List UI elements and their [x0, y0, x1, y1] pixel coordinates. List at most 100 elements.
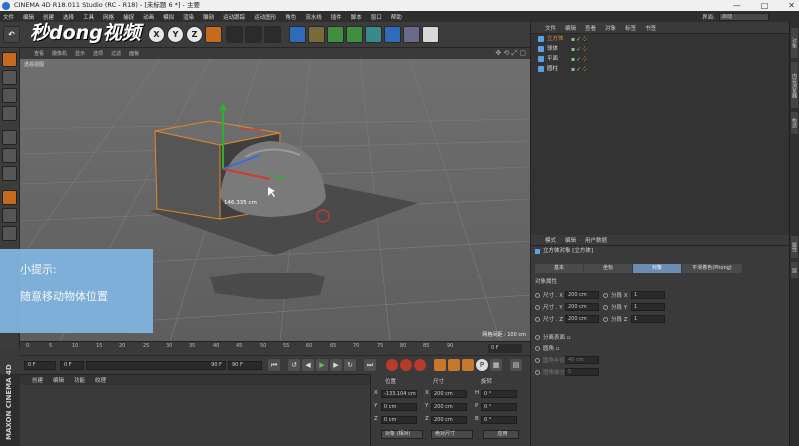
- separate-surfaces-option[interactable]: 分离表面 ▫: [535, 333, 571, 341]
- rot-p-field[interactable]: 0 °: [481, 403, 517, 411]
- render-picture-viewer-icon[interactable]: [245, 26, 262, 43]
- parameter-key-icon[interactable]: P: [476, 359, 488, 371]
- model-mode-icon[interactable]: [2, 70, 17, 85]
- texture-mode-icon[interactable]: [2, 88, 17, 103]
- menu-select[interactable]: 选择: [63, 13, 74, 21]
- fillet-radius-field[interactable]: 40 cm: [565, 356, 599, 364]
- fillet-option[interactable]: 圆角 ▫: [535, 344, 560, 352]
- menu-simulate[interactable]: 模拟: [163, 13, 174, 21]
- close-button[interactable]: ✕: [788, 0, 795, 11]
- pos-z-field[interactable]: 0 cm: [381, 416, 417, 424]
- viewport-nav-icons[interactable]: ✥ ⟲ ⤢ ▢: [495, 49, 526, 58]
- y-axis-lock-button[interactable]: Y: [167, 26, 184, 43]
- tab-phong[interactable]: 平滑着色(Phong): [682, 264, 742, 273]
- z-axis-lock-button[interactable]: Z: [186, 26, 203, 43]
- workplane-mode-icon[interactable]: [2, 106, 17, 121]
- viewport-menu-options[interactable]: 选项: [93, 50, 103, 57]
- menu-file[interactable]: 文件: [3, 13, 14, 21]
- previous-key-icon[interactable]: ↺: [288, 359, 300, 371]
- menu-edit[interactable]: 编辑: [23, 13, 34, 21]
- right-tab-structure[interactable]: 构造: [791, 112, 798, 134]
- menu-script[interactable]: 脚本: [351, 13, 362, 21]
- fillet-subdivision-field[interactable]: 5: [565, 368, 599, 376]
- am-menu-mode[interactable]: 模式: [545, 236, 556, 244]
- seg-x-field[interactable]: 1: [631, 291, 665, 299]
- points-mode-icon[interactable]: [2, 130, 17, 145]
- om-menu-bookmarks[interactable]: 书签: [645, 24, 656, 32]
- rot-h-field[interactable]: 0 °: [481, 390, 517, 398]
- go-to-start-icon[interactable]: ⏮: [268, 359, 280, 371]
- render-view-icon[interactable]: [226, 26, 243, 43]
- menu-create[interactable]: 创建: [43, 13, 54, 21]
- point-level-icon[interactable]: ▦: [490, 359, 502, 371]
- menu-pipeline[interactable]: 流水线: [305, 13, 322, 21]
- material-menu-function[interactable]: 功能: [74, 376, 85, 384]
- rotation-key-icon[interactable]: [448, 359, 460, 371]
- viewport-menu-display[interactable]: 显示: [75, 50, 85, 57]
- om-menu-edit[interactable]: 编辑: [565, 24, 576, 32]
- keyframe-selection-icon[interactable]: [414, 359, 426, 371]
- undo-button[interactable]: ↶: [3, 26, 20, 43]
- right-tab-objects[interactable]: 对象: [791, 28, 798, 58]
- edges-mode-icon[interactable]: [2, 148, 17, 163]
- go-to-end-icon[interactable]: ⏭: [364, 359, 376, 371]
- next-key-icon[interactable]: ↻: [344, 359, 356, 371]
- maximize-button[interactable]: □: [761, 0, 769, 11]
- material-menu-edit[interactable]: 编辑: [53, 376, 64, 384]
- position-key-icon[interactable]: [434, 359, 446, 371]
- record-active-icon[interactable]: [386, 359, 398, 371]
- make-editable-icon[interactable]: [2, 52, 17, 67]
- preview-start-field[interactable]: 0 F: [60, 361, 84, 370]
- viewport-menu-view[interactable]: 查看: [34, 50, 44, 57]
- viewport-menu-camera[interactable]: 摄像机: [52, 50, 67, 57]
- right-tab-attributes[interactable]: 属性: [791, 236, 798, 258]
- pos-y-field[interactable]: 0 cm: [381, 403, 417, 411]
- rot-b-field[interactable]: 0 °: [481, 416, 517, 424]
- snapping-icon[interactable]: [2, 226, 17, 241]
- size-y-field[interactable]: 200 cm: [431, 403, 467, 411]
- auto-key-icon[interactable]: [400, 359, 412, 371]
- object-row-cylinder[interactable]: 圆柱 ▪✓⁘: [531, 64, 789, 74]
- size-z-field[interactable]: 200 cm: [431, 416, 467, 424]
- menu-motion-tracking[interactable]: 运动跟踪: [223, 13, 245, 21]
- timeline-end-field[interactable]: 0 F: [488, 344, 522, 353]
- am-menu-userdata[interactable]: 用户数据: [585, 236, 607, 244]
- om-menu-objects[interactable]: 对象: [605, 24, 616, 32]
- menu-help[interactable]: 帮助: [391, 13, 402, 21]
- material-manager-panel[interactable]: [20, 385, 370, 446]
- object-row-plane[interactable]: 平面 ▪✓⁘: [531, 54, 789, 64]
- size-x-attr-field[interactable]: 200 cm: [565, 291, 599, 299]
- tab-coord[interactable]: 坐标: [584, 264, 632, 273]
- size-z-attr-field[interactable]: 200 cm: [565, 315, 599, 323]
- tab-object[interactable]: 对象: [633, 264, 681, 273]
- pen-spline-icon[interactable]: [308, 26, 325, 43]
- tweak-mode-icon[interactable]: [2, 208, 17, 223]
- viewport-menu-filter[interactable]: 过滤: [111, 50, 121, 57]
- next-frame-icon[interactable]: ▶: [330, 359, 342, 371]
- seg-z-field[interactable]: 1: [631, 315, 665, 323]
- menu-plugins[interactable]: 插件: [331, 13, 342, 21]
- menu-mesh[interactable]: 网格: [103, 13, 114, 21]
- menu-character[interactable]: 角色: [285, 13, 296, 21]
- menu-tools[interactable]: 工具: [83, 13, 94, 21]
- om-menu-view[interactable]: 查看: [585, 24, 596, 32]
- previous-frame-icon[interactable]: ◀: [302, 359, 314, 371]
- end-frame-field[interactable]: 90 F: [228, 361, 262, 370]
- right-tab-layers[interactable]: 层: [791, 262, 798, 278]
- render-settings-icon[interactable]: [264, 26, 281, 43]
- deformer-icon[interactable]: [365, 26, 382, 43]
- timeline-ruler[interactable]: 0 5 10 15 20 25 30 35 40 45 50 55 60 65 …: [20, 341, 530, 355]
- minimize-button[interactable]: —: [733, 0, 741, 11]
- apply-button[interactable]: 应用: [483, 430, 519, 439]
- scale-key-icon[interactable]: [462, 359, 474, 371]
- om-menu-tags[interactable]: 标签: [625, 24, 636, 32]
- size-x-field[interactable]: 200 cm: [431, 390, 467, 398]
- layout-dropdown[interactable]: 启动: [719, 12, 769, 21]
- subdivision-surface-icon[interactable]: [327, 26, 344, 43]
- light-icon[interactable]: [422, 26, 439, 43]
- polygons-mode-icon[interactable]: [2, 166, 17, 181]
- material-menu-create[interactable]: 创建: [32, 376, 43, 384]
- preview-range-slider[interactable]: 90 F: [86, 361, 226, 370]
- menu-render[interactable]: 渲染: [183, 13, 194, 21]
- coordinate-system-icon[interactable]: [205, 26, 222, 43]
